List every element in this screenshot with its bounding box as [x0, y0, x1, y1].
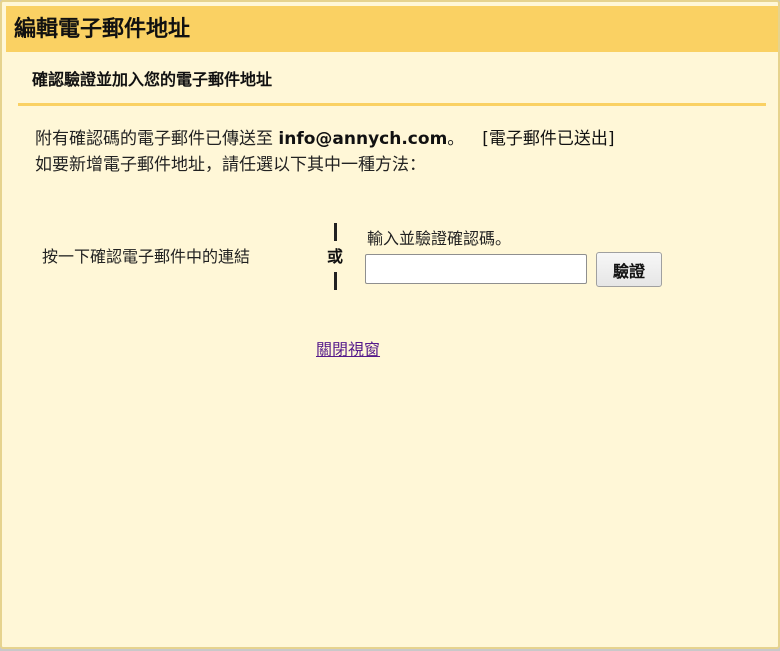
confirmation-message: 附有確認碼的電子郵件已傳送至 info@annych.com。 [電子郵件已送出]…	[35, 126, 755, 178]
or-divider-bottom	[334, 272, 337, 290]
enter-code-label: 輸入並驗證確認碼。	[367, 229, 512, 248]
sent-line: 附有確認碼的電子郵件已傳送至 info@annych.com。 [電子郵件已送出]	[35, 126, 755, 152]
dialog-title: 編輯電子郵件地址	[14, 17, 191, 42]
heading-divider	[18, 103, 766, 106]
close-window-link[interactable]: 關閉視窗	[316, 338, 380, 362]
edit-email-dialog: 編輯電子郵件地址 確認驗證並加入您的電子郵件地址 附有確認碼的電子郵件已傳送至 …	[0, 0, 780, 649]
sent-status: [電子郵件已送出]	[482, 129, 615, 149]
verify-button[interactable]: 驗證	[596, 252, 662, 287]
or-divider-top	[334, 223, 337, 241]
or-label: 或	[327, 247, 344, 266]
instruction-text: 如要新增電子郵件地址，請任選以下其中一種方法：	[35, 155, 426, 175]
sent-suffix: 。	[447, 129, 465, 149]
sent-prefix: 附有確認碼的電子郵件已傳送至	[35, 129, 279, 149]
dialog-title-bar: 編輯電子郵件地址	[6, 6, 778, 52]
section-heading: 確認驗證並加入您的電子郵件地址	[32, 70, 273, 89]
verification-code-input[interactable]	[365, 254, 587, 284]
confirm-link-option: 按一下確認電子郵件中的連結	[42, 247, 251, 266]
email-address: info@annych.com	[278, 129, 448, 149]
